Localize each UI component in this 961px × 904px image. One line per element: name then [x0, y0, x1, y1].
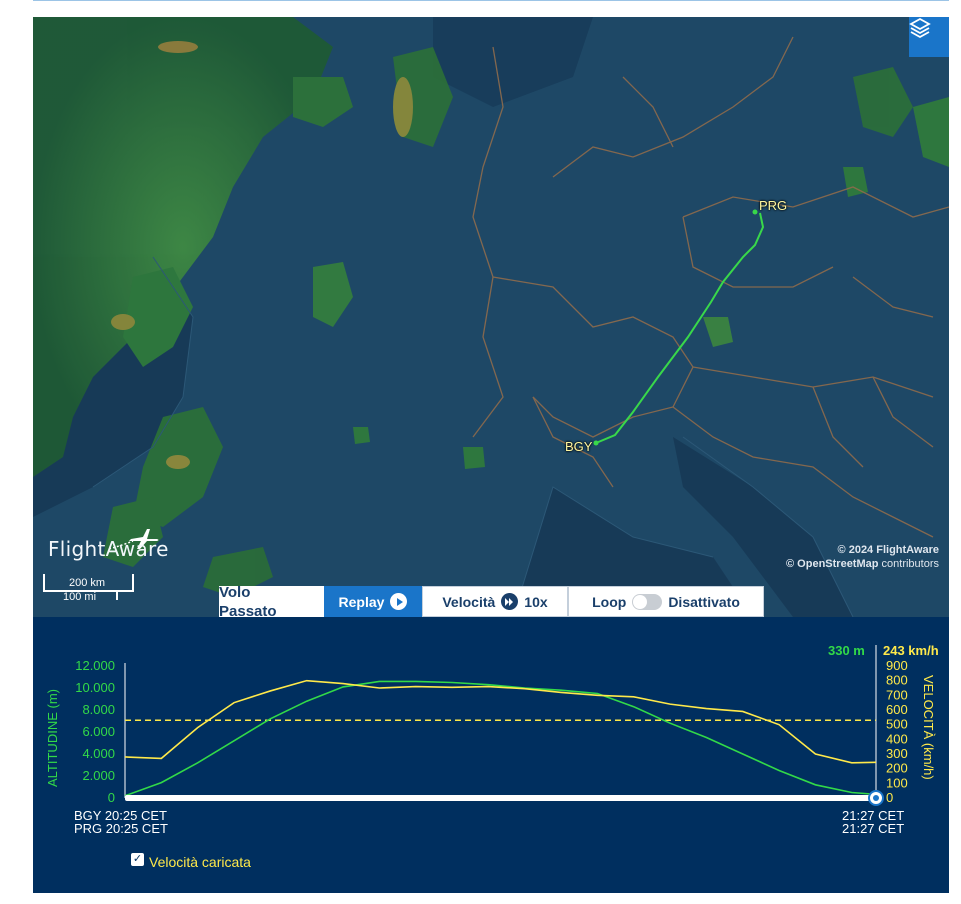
- altitude-ticks: 12.000 10.000 8.000 6.000 4.000 2.000 0: [75, 658, 115, 805]
- speed-tick-label: 200: [886, 761, 908, 776]
- speed-tick-label: 100: [886, 775, 908, 790]
- speed-axis-title: VELOCITÀ (km/h): [921, 675, 936, 780]
- loop-toggle[interactable]: [632, 593, 663, 610]
- current-speed: 243 km/h: [883, 643, 939, 658]
- speed-tick-label: 500: [886, 717, 908, 732]
- past-flight-title-line1: Volo: [219, 583, 251, 601]
- altitude-series-line: [124, 680, 877, 797]
- speed-tick-label: 600: [886, 702, 908, 717]
- speed-loaded-checkbox[interactable]: ✓: [131, 853, 144, 866]
- replay-label: Replay: [338, 593, 385, 610]
- altitude-speed-graph: ALTITUDINE (m) VELOCITÀ (km/h) 12.000 10.…: [33, 617, 949, 893]
- loop-control[interactable]: Loop Disattivato: [568, 586, 764, 617]
- scale-tick-right: [132, 574, 134, 592]
- top-divider: [33, 0, 949, 1]
- graph-canvas[interactable]: ALTITUDINE (m) VELOCITÀ (km/h) 12.000 10.…: [33, 617, 949, 893]
- speed-ticks: 9008007006005004003002001000: [886, 658, 908, 805]
- speed-tick-label: 900: [886, 658, 908, 673]
- altitude-tick-label: 6.000: [82, 724, 115, 739]
- speed-tick-label: 400: [886, 731, 908, 746]
- altitude-tick-label: 8.000: [82, 702, 115, 717]
- altitude-tick-label: 4.000: [82, 746, 115, 761]
- speed-button[interactable]: Velocità 10x: [422, 586, 568, 617]
- scale-tick-mi: [116, 590, 118, 600]
- osm-link[interactable]: © OpenStreetMap: [786, 558, 878, 570]
- brand-text: FlightAware: [48, 537, 169, 561]
- scale-mi-label: 100 mi: [63, 591, 97, 603]
- airport-label-bgy[interactable]: BGY: [565, 439, 592, 454]
- altitude-tick-label: 12.000: [75, 658, 115, 673]
- altitude-tick-label: 2.000: [82, 768, 115, 783]
- loop-state: Disattivato: [668, 593, 740, 610]
- speed-series-line: [124, 679, 877, 764]
- layers-button[interactable]: [909, 17, 949, 57]
- origin-marker[interactable]: [593, 440, 599, 446]
- map-canvas[interactable]: [33, 17, 949, 617]
- speed-tick-label: 700: [886, 687, 908, 702]
- copyright-osm: © OpenStreetMap contributors: [786, 558, 939, 570]
- altitude-axis-title: ALTITUDINE (m): [45, 689, 60, 787]
- past-flight-title: Volo Passato: [219, 583, 324, 620]
- speed-label: Velocità: [442, 593, 496, 610]
- osm-contrib-text: contributors: [878, 558, 939, 570]
- play-icon: [390, 593, 408, 610]
- speed-tick-label: 300: [886, 746, 908, 761]
- destination-marker[interactable]: [752, 209, 758, 215]
- current-altitude: 330 m: [828, 643, 865, 658]
- speed-loaded-label: Velocità caricata: [149, 854, 251, 870]
- scale-km-label: 200 km: [69, 577, 106, 589]
- airport-label-prg[interactable]: PRG: [759, 198, 787, 213]
- loop-toggle-knob: [633, 594, 648, 609]
- map-scale: 200 km 100 mi: [43, 574, 135, 603]
- altitude-tick-label: 10.000: [75, 680, 115, 695]
- start-time-prg: PRG 20:25 CET: [74, 821, 168, 836]
- layers-icon: [909, 17, 931, 39]
- replay-controls: Volo Passato Replay Velocità 10x Loop Dis…: [219, 583, 764, 620]
- loop-label: Loop: [592, 593, 627, 610]
- end-time-2: 21:27 CET: [842, 821, 905, 836]
- flight-map[interactable]: PRG BGY FlightAware © 2024 FlightAware ©…: [33, 17, 949, 617]
- replay-button[interactable]: Replay: [324, 586, 422, 617]
- timeline-handle-dot: [873, 795, 879, 801]
- copyright-flightaware: © 2024 FlightAware: [837, 544, 939, 556]
- altitude-tick-label: 0: [108, 790, 115, 805]
- speed-tick-label: 0: [886, 790, 893, 805]
- speed-tick-label: 800: [886, 673, 908, 688]
- timeline-track[interactable]: [125, 795, 876, 801]
- speed-value: 10x: [524, 593, 548, 610]
- fast-forward-icon: [501, 593, 519, 610]
